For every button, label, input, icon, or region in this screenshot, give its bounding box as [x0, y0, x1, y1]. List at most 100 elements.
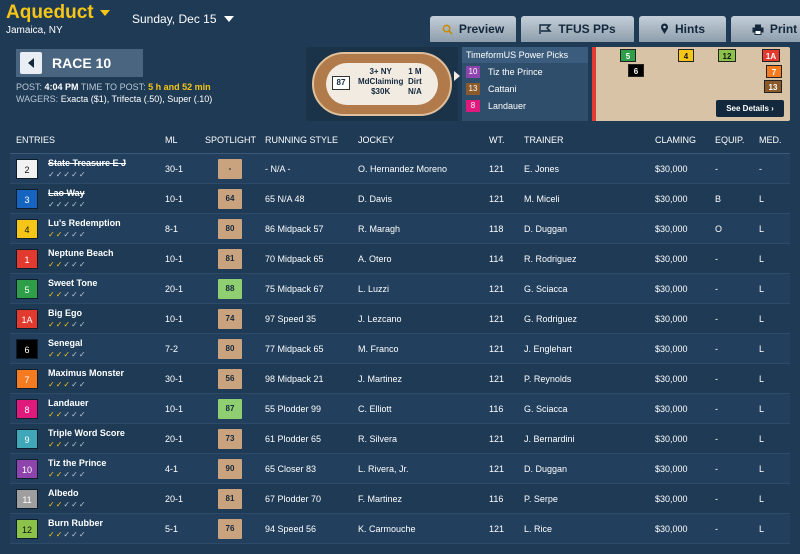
- spotlight-badge[interactable]: 73: [218, 428, 242, 449]
- column-header[interactable]: RUNNING STYLE: [265, 135, 358, 145]
- horse-name-link[interactable]: Triple Word Score: [48, 428, 125, 438]
- table-row[interactable]: 5 Sweet Tone ✓✓✓✓✓ 20-1 88 75 Midpack 67 L. Lu…: [10, 274, 790, 304]
- table-row[interactable]: 4 Lu's Redemption ✓✓✓✓✓ 8-1 80 86 Midpack 57 R…: [10, 214, 790, 244]
- jockey-name: C. Elliott: [358, 403, 392, 414]
- claiming-price: $30,000: [655, 493, 688, 504]
- form-checks: ✓✓✓✓✓: [48, 350, 87, 359]
- horse-name-link[interactable]: Senegal: [48, 338, 87, 348]
- table-row[interactable]: 1A Big Ego ✓✓✓✓✓ 10-1 74 97 Speed 35 J. Lezcan…: [10, 304, 790, 334]
- jockey-name: L. Rivera, Jr.: [358, 463, 409, 474]
- spotlight-badge[interactable]: 81: [218, 488, 242, 509]
- spotlight-badge[interactable]: 90: [218, 458, 242, 479]
- horse-name-link[interactable]: Landauer: [48, 398, 89, 408]
- tab-hints[interactable]: Hints: [639, 16, 726, 42]
- trainer-name: M. Miceli: [524, 193, 560, 204]
- column-header[interactable]: ENTRIES: [10, 135, 165, 145]
- column-header[interactable]: WT.: [489, 135, 524, 145]
- weight: 121: [489, 193, 505, 204]
- tab-label: TFUS PPs: [558, 22, 616, 36]
- spotlight-badge[interactable]: 87: [218, 398, 242, 419]
- form-check-icon: ✓: [48, 170, 56, 179]
- weight: 121: [489, 343, 505, 354]
- horse-name-link[interactable]: Albedo: [48, 488, 87, 498]
- horse-name-link[interactable]: Sweet Tone: [48, 278, 97, 288]
- table-row[interactable]: 12 Burn Rubber ✓✓✓✓✓ 5-1 76 94 Speed 56 K. Car…: [10, 514, 790, 544]
- morning-line: 5-1: [165, 523, 179, 534]
- tab-tfus-pps[interactable]: TFUS PPs: [521, 16, 634, 42]
- form-check-icon: ✓: [78, 410, 87, 419]
- spotlight-badge[interactable]: 76: [218, 518, 242, 539]
- saddle-cloth: 1: [16, 248, 38, 269]
- saddle-cloth: 7: [16, 368, 38, 389]
- form-check-icon: ✓: [48, 470, 56, 479]
- horse-name-link[interactable]: Maximus Monster: [48, 368, 124, 378]
- horse-name-link[interactable]: State Treasure E J: [48, 158, 126, 168]
- morning-line: 4-1: [165, 463, 179, 474]
- medication: L: [759, 433, 765, 444]
- trainer-name: D. Duggan: [524, 223, 568, 234]
- trainer-name: D. Duggan: [524, 463, 568, 474]
- spotlight-badge[interactable]: 81: [218, 248, 242, 269]
- see-details-button[interactable]: See Details ›: [716, 100, 784, 117]
- column-header[interactable]: JOCKEY: [358, 135, 489, 145]
- form-check-icon: ✓: [71, 230, 79, 239]
- track-name: Aqueduct: [6, 2, 94, 23]
- spotlight-badge[interactable]: 80: [218, 218, 242, 239]
- table-row[interactable]: 9 Triple Word Score ✓✓✓✓✓ 20-1 73 61 Plodder …: [10, 424, 790, 454]
- date-selector[interactable]: Sunday, Dec 15: [132, 12, 234, 26]
- table-row[interactable]: 3 Lao Way ✓✓✓✓✓ 10-1 64 65 N/A 48 D. Davis 121 M…: [10, 184, 790, 214]
- claiming-price: $30,000: [655, 373, 688, 384]
- claiming-price: $30,000: [655, 343, 688, 354]
- tab-print[interactable]: Print: [731, 16, 800, 42]
- horse-name-link[interactable]: Neptune Beach: [48, 248, 114, 258]
- morning-line: 10-1: [165, 313, 184, 324]
- table-row[interactable]: 6 Senegal ✓✓✓✓✓ 7-2 80 77 Midpack 65 M. Franco…: [10, 334, 790, 364]
- tab-preview[interactable]: Preview: [430, 16, 516, 42]
- spotlight-badge[interactable]: 88: [218, 278, 242, 299]
- column-header[interactable]: SPOTLIGHT: [205, 135, 265, 145]
- flag-icon: [539, 23, 553, 34]
- column-header[interactable]: MED.: [759, 135, 790, 145]
- power-pick-item[interactable]: 8 Landauer: [462, 97, 588, 114]
- table-row[interactable]: 7 Maximus Monster ✓✓✓✓✓ 30-1 56 98 Midpack 21…: [10, 364, 790, 394]
- spotlight-badge[interactable]: 64: [218, 188, 242, 209]
- form-checks: ✓✓✓✓✓: [48, 410, 89, 419]
- table-row[interactable]: 11 Albedo ✓✓✓✓✓ 20-1 81 67 Plodder 70 F. Marti…: [10, 484, 790, 514]
- weight: 121: [489, 163, 505, 174]
- previous-race-button[interactable]: [20, 52, 42, 74]
- column-header[interactable]: ML: [165, 135, 205, 145]
- spotlight-badge[interactable]: -: [218, 158, 242, 179]
- race-distance: 1 M Dirt N/A: [408, 67, 422, 96]
- horse-name-link[interactable]: Burn Rubber: [48, 518, 103, 528]
- power-pick-item[interactable]: 13 Cattani: [462, 80, 588, 97]
- jockey-name: M. Franco: [358, 343, 399, 354]
- form-check-icon: ✓: [71, 290, 79, 299]
- spotlight-badge[interactable]: 74: [218, 308, 242, 329]
- arrow-left-icon: [28, 58, 34, 68]
- horse-name-link[interactable]: Lao Way: [48, 188, 87, 198]
- claiming-price: $30,000: [655, 223, 688, 234]
- entry-cell: 4 Lu's Redemption ✓✓✓✓✓: [10, 218, 165, 239]
- running-style: 98 Midpack 21: [265, 373, 324, 384]
- horse-name-link[interactable]: Big Ego: [48, 308, 87, 318]
- horse-name-link[interactable]: Tiz the Prince: [48, 458, 106, 468]
- form-check-icon: ✓: [63, 290, 72, 299]
- claiming-price: $30,000: [655, 313, 688, 324]
- column-header[interactable]: TRAINER: [524, 135, 655, 145]
- table-row[interactable]: 10 Tiz the Prince ✓✓✓✓✓ 4-1 90 65 Closer 83 L.…: [10, 454, 790, 484]
- table-row[interactable]: 1 Neptune Beach ✓✓✓✓✓ 10-1 81 70 Midpack 65 A.…: [10, 244, 790, 274]
- column-header[interactable]: CLAMING: [655, 135, 715, 145]
- track-selector[interactable]: Aqueduct: [6, 2, 110, 24]
- spotlight-badge[interactable]: 56: [218, 368, 242, 389]
- form-checks: ✓✓✓✓✓: [48, 170, 126, 179]
- column-header[interactable]: EQUIP.: [715, 135, 759, 145]
- spotlight-badge[interactable]: 80: [218, 338, 242, 359]
- form-check-icon: ✓: [48, 380, 56, 389]
- claiming-price: $30,000: [655, 283, 688, 294]
- table-row[interactable]: 2 State Treasure E J ✓✓✓✓✓ 30-1 - - N/A - O. H…: [10, 154, 790, 184]
- power-pick-item[interactable]: 10 Tiz the Prince: [462, 63, 588, 80]
- table-row[interactable]: 8 Landauer ✓✓✓✓✓ 10-1 87 55 Plodder 99 C. Elli…: [10, 394, 790, 424]
- horse-name-link[interactable]: Lu's Redemption: [48, 218, 121, 228]
- equipment: -: [715, 493, 718, 504]
- entry-cell: 10 Tiz the Prince ✓✓✓✓✓: [10, 458, 165, 479]
